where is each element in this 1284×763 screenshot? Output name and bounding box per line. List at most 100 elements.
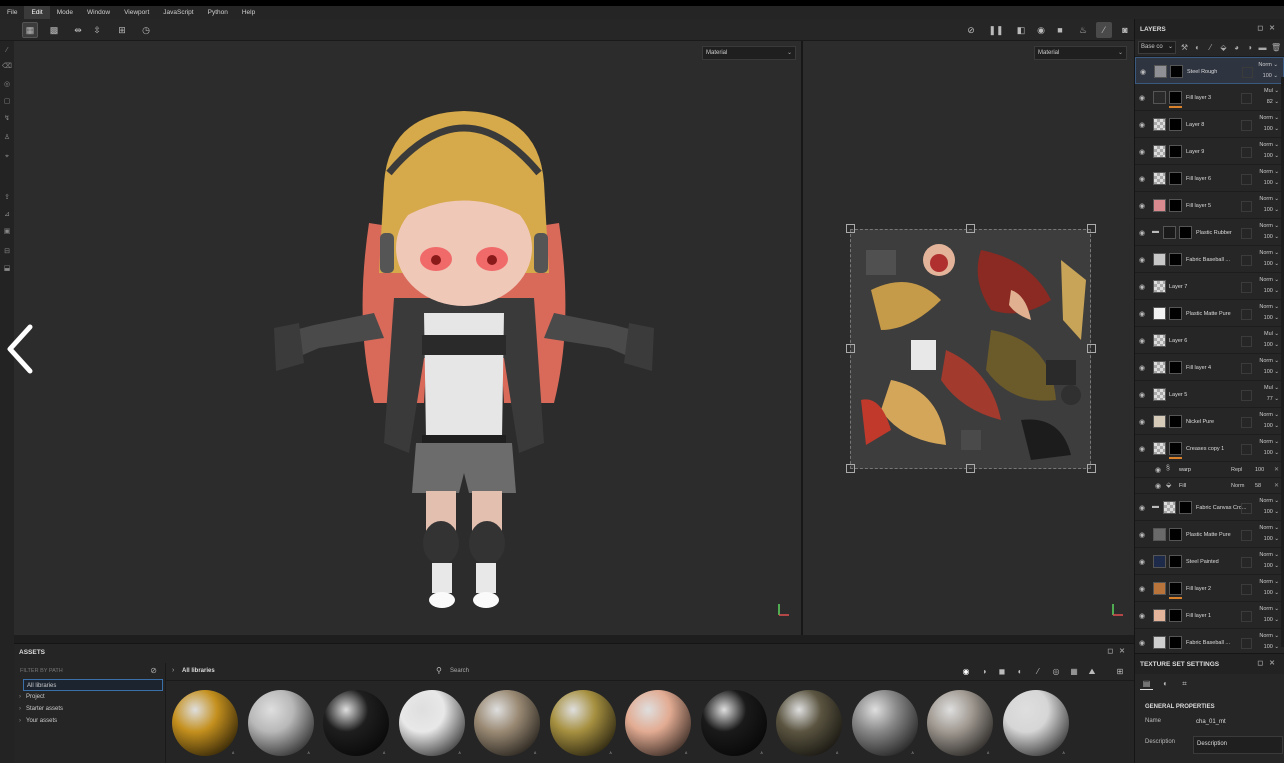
opacity-field[interactable]: 100 ⌄ [1264, 340, 1279, 350]
paint-tool-icon[interactable]: ⁄ [1, 45, 13, 57]
opacity-field[interactable]: 100 ⌄ [1264, 367, 1279, 377]
transform-handle-ml[interactable] [846, 344, 855, 353]
layer-row[interactable]: ◉ Creases copy 1 Norm ⌄ 100 ⌄ [1135, 435, 1284, 462]
layer-row[interactable]: ◉ Nickel Pure Norm ⌄ 100 ⌄ [1135, 408, 1284, 435]
blend-mode-select[interactable]: Norm ⌄ [1259, 496, 1279, 506]
layer-row[interactable]: ◉ Fill layer 1 Norm ⌄ 100 ⌄ [1135, 602, 1284, 629]
chevron-right-icon[interactable]: › [19, 691, 21, 703]
layer-row[interactable]: ◉ ▬ Fabric Canvas Cro... Norm ⌄ 100 ⌄ [1135, 494, 1284, 521]
viewport-2d-material-select[interactable]: Material ⌄ [1034, 46, 1127, 60]
history-icon[interactable]: ◷ [138, 22, 154, 38]
chevron-right-icon[interactable]: › [19, 703, 21, 715]
beige-material[interactable] [474, 690, 540, 756]
layer-content-box[interactable] [1241, 228, 1252, 239]
effect-blend-mode[interactable]: Norm [1231, 483, 1244, 489]
visibility-eye-icon[interactable]: ◉ [1139, 445, 1145, 453]
layer-row[interactable]: ◉ Steel Rough Norm ⌄ 100 ⌄ [1135, 57, 1284, 84]
layer-row[interactable]: ◉ Plastic Matte Pure Norm ⌄ 100 ⌄ [1135, 300, 1284, 327]
blend-mode-select[interactable]: Norm ⌄ [1259, 550, 1279, 560]
layer-content-box[interactable] [1241, 309, 1252, 320]
blend-mode-select[interactable]: Norm ⌄ [1259, 113, 1279, 123]
grid-options-icon[interactable]: ▩ [46, 22, 62, 38]
layer-row[interactable]: ◉ Fill layer 6 Norm ⌄ 100 ⌄ [1135, 165, 1284, 192]
opacity-field[interactable]: 100 ⌄ [1264, 421, 1279, 431]
layer-content-box[interactable] [1241, 557, 1252, 568]
blend-mode-select[interactable]: Norm ⌄ [1259, 248, 1279, 258]
panel-window-icons[interactable]: ◻✕ [1257, 659, 1281, 667]
layer-row[interactable]: ◉ Layer 9 Norm ⌄ 100 ⌄ [1135, 138, 1284, 165]
opacity-field[interactable]: 100 ⌄ [1264, 178, 1279, 188]
effect-row[interactable]: ◉ ⬙ Fill Norm 58 ✕ [1135, 478, 1284, 494]
blend-mode-select[interactable]: Norm ⌄ [1259, 275, 1279, 285]
smart-mask-filter-icon[interactable]: ◼ [996, 666, 1008, 678]
brush-filter-icon[interactable]: ⁄ [1032, 666, 1044, 678]
chevron-right-icon[interactable]: › [19, 715, 21, 727]
opacity-field[interactable]: 100 ⌄ [1263, 71, 1278, 81]
layer-row[interactable]: ◉ Layer 5 Mul ⌄ 77 ⌄ [1135, 381, 1284, 408]
opacity-field[interactable]: 82 ⌄ [1267, 97, 1279, 107]
blend-mode-select[interactable]: Mul ⌄ [1264, 383, 1279, 393]
visibility-eye-icon[interactable]: ◉ [1155, 482, 1161, 490]
visibility-eye-icon[interactable]: ◉ [1139, 391, 1145, 399]
uv-tab-icon[interactable]: ⌗ [1178, 677, 1191, 690]
picker-tool-icon[interactable]: ⌖ [1, 151, 13, 163]
blend-mode-select[interactable]: Norm ⌄ [1259, 410, 1279, 420]
effect-opacity[interactable]: 100 [1255, 467, 1264, 473]
layer-content-box[interactable] [1241, 390, 1252, 401]
layer-content-box[interactable] [1241, 282, 1252, 293]
opacity-field[interactable]: 100 ⌄ [1264, 507, 1279, 517]
layer-row[interactable]: ◉ Plastic Matte Pure Norm ⌄ 100 ⌄ [1135, 521, 1284, 548]
mesh-maps-tab-icon[interactable]: ◐ [1159, 677, 1172, 690]
layer-content-box[interactable] [1241, 503, 1252, 514]
layer-content-box[interactable] [1241, 93, 1252, 104]
visibility-eye-icon[interactable]: ◉ [1139, 121, 1145, 129]
opacity-field[interactable]: 100 ⌄ [1264, 205, 1279, 215]
bake-tool-icon[interactable]: ⇪ [1, 192, 13, 204]
visibility-eye-icon[interactable]: ◉ [1139, 310, 1145, 318]
screenshot-icon[interactable]: ◙ [1117, 22, 1133, 38]
visibility-eye-icon[interactable]: ◉ [1139, 504, 1145, 512]
transform-handle-br[interactable] [1087, 464, 1096, 473]
chevron-right-icon[interactable]: › [172, 667, 174, 674]
opacity-field[interactable]: 100 ⌄ [1264, 448, 1279, 458]
smudge-tool-icon[interactable]: ↯ [1, 113, 13, 125]
add-smart-mask-icon[interactable]: ◑ [1245, 43, 1254, 52]
opacity-field[interactable]: 100 ⌄ [1264, 313, 1279, 323]
measure-tool-icon[interactable]: ⊿ [1, 209, 13, 221]
blend-mode-select[interactable]: Norm ⌄ [1259, 437, 1279, 447]
channel-select[interactable]: Base co ⌄ [1138, 41, 1176, 54]
delete-layer-icon[interactable]: 🗑 [1271, 43, 1281, 52]
visibility-eye-icon[interactable]: ◉ [1139, 531, 1145, 539]
menu-window[interactable]: Window [80, 6, 117, 19]
texture-set-tab-icon[interactable]: ▤ [1140, 677, 1153, 690]
menu-help[interactable]: Help [235, 6, 262, 19]
add-effect-icon[interactable]: ⚒ [1180, 43, 1189, 52]
menu-file[interactable]: File [0, 6, 24, 19]
frame-icon[interactable]: ⊞ [114, 22, 130, 38]
panel-window-icons[interactable]: ◻✕ [1257, 24, 1281, 32]
add-mask-icon[interactable]: ◐ [1193, 43, 1202, 52]
filter-filter-icon[interactable]: ◐ [1014, 666, 1026, 678]
add-paint-layer-icon[interactable]: ⁄ [1206, 43, 1215, 52]
visibility-eye-icon[interactable]: ◉ [1139, 148, 1145, 156]
menu-viewport[interactable]: Viewport [117, 6, 156, 19]
layer-content-box[interactable] [1241, 444, 1252, 455]
environment-filter-icon[interactable]: ◎ [1050, 666, 1062, 678]
visibility-eye-icon[interactable]: ◉ [1139, 229, 1145, 237]
chrome-material[interactable] [247, 690, 314, 756]
transform-handle-tc[interactable] [966, 224, 975, 233]
tree-item-project[interactable]: › Project [14, 691, 165, 703]
layer-content-box[interactable] [1241, 147, 1252, 158]
layer-row[interactable]: ◉ Fabric Baseball ... Norm ⌄ 100 ⌄ [1135, 246, 1284, 273]
visibility-eye-icon[interactable]: ◉ [1139, 639, 1145, 647]
add-fill-layer-icon[interactable]: ⬙ [1219, 43, 1228, 52]
visibility-eye-icon[interactable]: ◉ [1139, 612, 1145, 620]
visibility-eye-icon[interactable]: ◉ [1155, 466, 1161, 474]
layer-row[interactable]: ◉ Fill layer 4 Norm ⌄ 100 ⌄ [1135, 354, 1284, 381]
carbon-fiber-material[interactable] [700, 690, 767, 756]
filter-by-path-input[interactable]: FILTER BY PATH ⊘ [14, 663, 165, 679]
silver-material[interactable] [851, 690, 918, 756]
description-field[interactable]: Description [1193, 736, 1283, 754]
visibility-eye-icon[interactable]: ◉ [1139, 175, 1145, 183]
blend-mode-select[interactable]: Mul ⌄ [1264, 86, 1279, 96]
